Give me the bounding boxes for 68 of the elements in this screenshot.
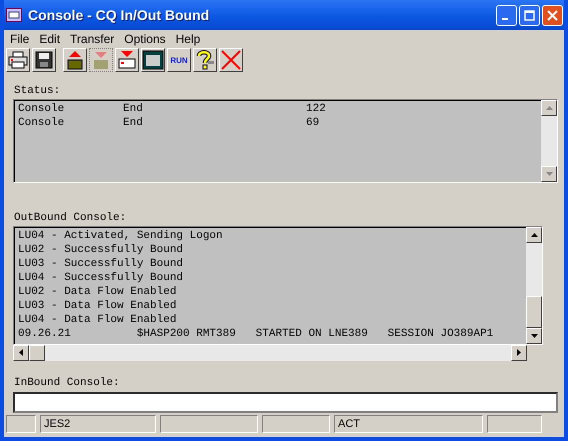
console-line: LU03 - Successfully Bound bbox=[18, 256, 184, 271]
outbound-label: OutBound Console: bbox=[13, 212, 128, 224]
question-mark-icon bbox=[195, 49, 215, 72]
close-button[interactable] bbox=[219, 48, 243, 72]
save-button[interactable] bbox=[32, 48, 56, 72]
menu-item[interactable]: File bbox=[6, 32, 36, 46]
menu-item[interactable]: Edit bbox=[35, 32, 66, 46]
status-cell: 69 bbox=[306, 116, 320, 130]
menu-item[interactable]: Help bbox=[172, 32, 206, 46]
menu-item[interactable]: Transfer bbox=[66, 32, 120, 46]
printer-icon bbox=[8, 51, 28, 70]
scroll-up-button[interactable] bbox=[526, 226, 542, 243]
console-line: LU04 - Data Flow Enabled bbox=[18, 312, 178, 327]
scroll-down-button[interactable] bbox=[526, 328, 542, 344]
status-label: Status: bbox=[13, 84, 62, 97]
scroll-right-button[interactable] bbox=[511, 344, 527, 361]
menu-item[interactable]: Options bbox=[120, 32, 172, 46]
console-line: LU04 - Activated, Sending Logon bbox=[18, 228, 224, 243]
receive-button[interactable] bbox=[115, 48, 139, 72]
console-line: 09.26.21 $HASP200 RMT389 STARTED ON LNE389 SESSION JO389AP1 bbox=[18, 326, 494, 341]
console-line: LU03 - Data Flow Enabled bbox=[18, 298, 178, 313]
status-cell-text: End bbox=[123, 116, 144, 130]
scroll-thumb[interactable] bbox=[526, 296, 542, 328]
run-button[interactable]: RUN bbox=[167, 48, 191, 72]
scroll-thumb[interactable] bbox=[29, 344, 45, 361]
console-line: LU04 - Successfully Bound bbox=[18, 270, 184, 285]
x-icon bbox=[220, 49, 242, 72]
window-title: Console - CQ In/Out Bound bbox=[28, 7, 210, 23]
vertical-scrollbar[interactable] bbox=[526, 226, 542, 344]
inbound-label: InBound Console: bbox=[13, 376, 121, 389]
upload-button[interactable] bbox=[63, 48, 87, 72]
down-arrow-icon bbox=[530, 334, 538, 338]
status-bar-pane: JES2 bbox=[40, 415, 156, 434]
scroll-down-button[interactable] bbox=[541, 166, 557, 182]
right-arrow-icon bbox=[517, 349, 521, 356]
left-arrow-icon bbox=[19, 349, 23, 356]
window-icon bbox=[142, 50, 164, 70]
tray-down-icon bbox=[117, 50, 137, 70]
help-button[interactable] bbox=[193, 48, 217, 72]
vertical-scrollbar[interactable] bbox=[541, 100, 557, 182]
up-arrow-icon bbox=[546, 106, 552, 110]
status-bar-pane bbox=[487, 415, 542, 434]
scroll-up-button[interactable] bbox=[541, 100, 557, 116]
status-bar-pane bbox=[262, 415, 330, 434]
maximize-icon bbox=[524, 10, 535, 20]
status-cell-text: Console bbox=[18, 102, 66, 116]
scroll-left-button[interactable] bbox=[13, 344, 29, 361]
input-field[interactable] bbox=[13, 392, 558, 414]
down-arrow-icon bbox=[546, 172, 552, 176]
console-line: LU02 - Data Flow Enabled bbox=[18, 284, 178, 299]
console-icon bbox=[6, 8, 22, 22]
status-cell-text: End bbox=[123, 102, 144, 116]
status-cell: 122 bbox=[306, 102, 326, 116]
up-arrow-icon bbox=[530, 232, 538, 237]
minimize-button[interactable] bbox=[496, 4, 517, 26]
console-line: LU02 - Successfully Bound bbox=[18, 242, 184, 257]
folder-down-icon bbox=[91, 50, 111, 70]
print-button[interactable] bbox=[6, 48, 30, 72]
status-bar-pane: ACT bbox=[334, 415, 483, 434]
horizontal-scrollbar[interactable] bbox=[13, 344, 527, 361]
folder-up-icon bbox=[65, 50, 85, 70]
close-icon bbox=[547, 10, 558, 20]
status-cell-text: Console bbox=[18, 116, 66, 130]
close-button[interactable] bbox=[542, 4, 563, 26]
status-bar-pane bbox=[6, 415, 36, 434]
minimize-icon bbox=[502, 18, 508, 20]
maximize-button[interactable] bbox=[519, 4, 540, 26]
window-button[interactable] bbox=[141, 48, 165, 72]
